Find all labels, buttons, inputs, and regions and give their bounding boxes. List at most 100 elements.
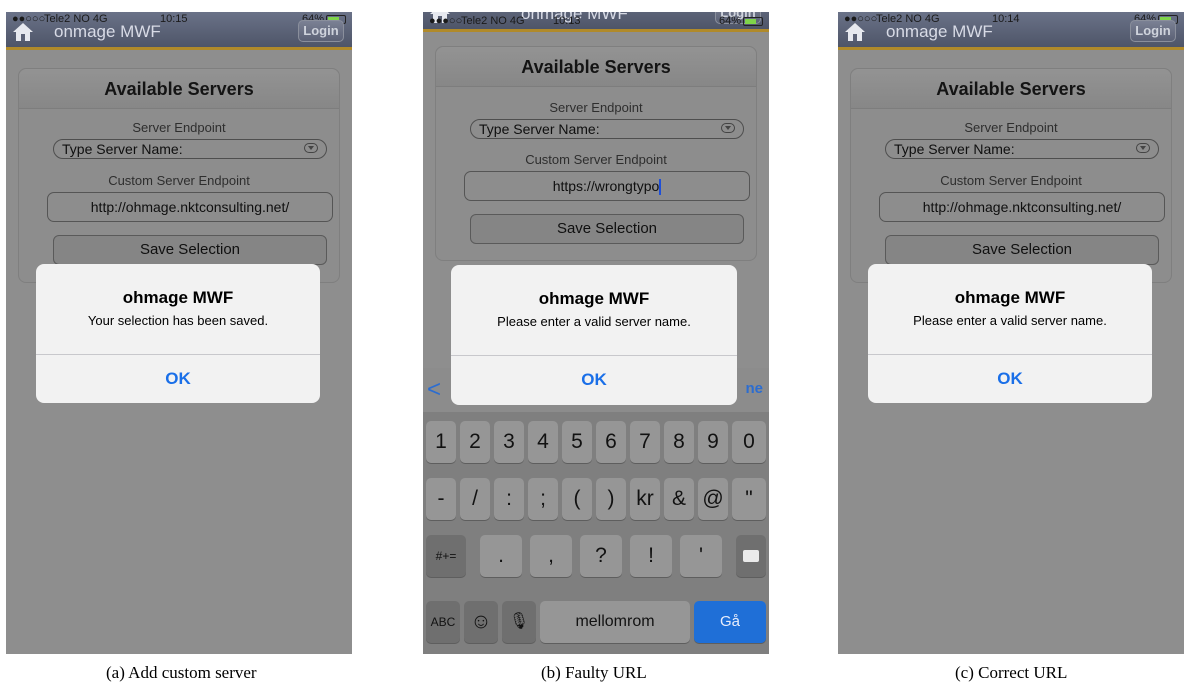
key[interactable]: 6 bbox=[596, 421, 626, 463]
alert-message: Please enter a valid server name. bbox=[913, 313, 1107, 328]
alert-dialog: ohmage MWF Please enter a valid server n… bbox=[868, 264, 1152, 403]
custom-endpoint-label: Custom Server Endpoint bbox=[108, 173, 250, 188]
alert-dialog: ohmage MWF Your selection has been saved… bbox=[36, 264, 320, 403]
clock-label: 10:15 bbox=[160, 13, 188, 25]
navigation-bar: ●●○○○ Tele2 NO 4G 10:14 64% onmage MWF L… bbox=[838, 12, 1184, 50]
alert-ok-button[interactable]: OK bbox=[36, 354, 320, 403]
custom-endpoint-value: https://wrongtypo bbox=[552, 178, 660, 194]
abc-key[interactable]: ABC bbox=[426, 601, 460, 643]
space-key[interactable]: mellomrom bbox=[540, 601, 690, 643]
screenshot-add-custom-server: ●●○○○ Tele2 NO 4G 10:15 64% onmage MWF L… bbox=[6, 12, 352, 654]
key[interactable]: " bbox=[732, 478, 766, 520]
custom-endpoint-label: Custom Server Endpoint bbox=[525, 152, 667, 167]
alert-dialog: ohmage MWF Please enter a valid server n… bbox=[451, 265, 737, 405]
alert-ok-button[interactable]: OK bbox=[451, 355, 737, 404]
available-servers-card: Available Servers Server Endpoint Type S… bbox=[850, 68, 1172, 283]
alert-ok-button[interactable]: OK bbox=[868, 354, 1152, 403]
caption-c: (c) Correct URL bbox=[955, 663, 1068, 682]
key[interactable]: 2 bbox=[460, 421, 490, 463]
card-title: Available Servers bbox=[851, 69, 1171, 109]
app-title: onmage MWF bbox=[886, 22, 993, 41]
emoji-icon: ☺ bbox=[470, 610, 492, 633]
custom-endpoint-label: Custom Server Endpoint bbox=[940, 173, 1082, 188]
key[interactable]: , bbox=[530, 535, 572, 577]
key[interactable]: 1 bbox=[426, 421, 456, 463]
numeric-keyboard: 1 2 3 4 5 6 7 8 9 0 - / : ; ( ) kr & @ "… bbox=[423, 412, 769, 654]
emoji-key[interactable]: ☺ bbox=[464, 601, 498, 643]
key[interactable]: ? bbox=[580, 535, 622, 577]
home-icon[interactable] bbox=[844, 22, 866, 42]
key[interactable]: 4 bbox=[528, 421, 558, 463]
alert-message: Your selection has been saved. bbox=[87, 313, 269, 328]
key[interactable]: . bbox=[480, 535, 522, 577]
status-bar: ●●●○○ Tele2 NO 4G 10:13 64% bbox=[429, 15, 763, 29]
available-servers-card: Available Servers Server Endpoint Type S… bbox=[435, 46, 757, 261]
key[interactable]: ( bbox=[562, 478, 592, 520]
key[interactable]: 3 bbox=[494, 421, 524, 463]
navigation-bar: ohmage MWF Login ●●●○○ Tele2 NO 4G 10:13… bbox=[423, 12, 769, 32]
key[interactable]: ! bbox=[630, 535, 672, 577]
key[interactable]: 0 bbox=[732, 421, 766, 463]
microphone-icon: 🎙 bbox=[508, 613, 530, 630]
save-selection-button[interactable]: Save Selection bbox=[885, 235, 1159, 265]
caption-b: (b) Faulty URL bbox=[541, 663, 647, 682]
card-title: Available Servers bbox=[19, 69, 339, 109]
text-cursor bbox=[659, 179, 662, 196]
key[interactable]: 9 bbox=[698, 421, 728, 463]
server-endpoint-label: Server Endpoint bbox=[964, 120, 1058, 135]
server-endpoint-select[interactable]: Type Server Name: bbox=[885, 139, 1159, 159]
login-button[interactable]: Login bbox=[1130, 20, 1176, 42]
key[interactable]: kr bbox=[630, 478, 660, 520]
battery-label: 64% bbox=[718, 15, 741, 27]
server-endpoint-label: Server Endpoint bbox=[132, 120, 226, 135]
server-endpoint-select[interactable]: Type Server Name: bbox=[53, 139, 327, 159]
custom-endpoint-value: http://ohmage.nktconsulting.net/ bbox=[922, 199, 1122, 215]
symbols-key[interactable]: #+= bbox=[426, 535, 466, 577]
custom-endpoint-input[interactable]: http://ohmage.nktconsulting.net/ bbox=[879, 192, 1165, 222]
backspace-key[interactable] bbox=[736, 535, 766, 577]
custom-endpoint-input[interactable]: http://ohmage.nktconsulting.net/ bbox=[47, 192, 333, 222]
server-endpoint-value: Type Server Name: bbox=[894, 141, 1015, 157]
screenshot-correct-url: ●●○○○ Tele2 NO 4G 10:14 64% onmage MWF L… bbox=[838, 12, 1184, 654]
battery-icon bbox=[743, 17, 763, 26]
save-selection-button[interactable]: Save Selection bbox=[470, 214, 744, 244]
key[interactable]: 7 bbox=[630, 421, 660, 463]
previous-field-button[interactable]: < bbox=[427, 376, 441, 404]
microphone-key[interactable]: 🎙 bbox=[502, 601, 536, 643]
available-servers-card: Available Servers Server Endpoint Type S… bbox=[18, 68, 340, 283]
key[interactable]: @ bbox=[698, 478, 728, 520]
key[interactable]: : bbox=[494, 478, 524, 520]
key[interactable]: / bbox=[460, 478, 490, 520]
caption-a: (a) Add custom server bbox=[106, 663, 257, 682]
signal-icon: ●●●○○ bbox=[429, 15, 463, 27]
alert-title: ohmage MWF bbox=[538, 289, 650, 308]
chevron-down-icon bbox=[721, 123, 735, 133]
chevron-down-icon bbox=[304, 143, 318, 153]
key[interactable]: ' bbox=[680, 535, 722, 577]
save-selection-button[interactable]: Save Selection bbox=[53, 235, 327, 265]
carrier-label: Tele2 NO 4G bbox=[461, 15, 525, 27]
alert-message: Please enter a valid server name. bbox=[497, 314, 691, 329]
key[interactable]: ) bbox=[596, 478, 626, 520]
backspace-icon bbox=[743, 550, 759, 563]
server-endpoint-value: Type Server Name: bbox=[479, 121, 600, 137]
key[interactable]: 5 bbox=[562, 421, 592, 463]
app-title: onmage MWF bbox=[54, 22, 161, 41]
home-icon[interactable] bbox=[12, 22, 34, 42]
done-button[interactable]: ne bbox=[745, 380, 763, 397]
custom-endpoint-input[interactable]: https://wrongtypo bbox=[464, 171, 750, 201]
key[interactable]: - bbox=[426, 478, 456, 520]
clock-label: 10:13 bbox=[553, 15, 581, 27]
chevron-down-icon bbox=[1136, 143, 1150, 153]
screenshot-faulty-url: ohmage MWF Login ●●●○○ Tele2 NO 4G 10:13… bbox=[423, 12, 769, 654]
go-key[interactable]: Gå bbox=[694, 601, 766, 643]
server-endpoint-select[interactable]: Type Server Name: bbox=[470, 119, 744, 139]
clock-label: 10:14 bbox=[992, 13, 1020, 25]
key[interactable]: 8 bbox=[664, 421, 694, 463]
alert-title: ohmage MWF bbox=[122, 288, 234, 307]
key[interactable]: ; bbox=[528, 478, 558, 520]
alert-title: ohmage MWF bbox=[954, 288, 1066, 307]
key[interactable]: & bbox=[664, 478, 694, 520]
login-button[interactable]: Login bbox=[298, 20, 344, 42]
navigation-bar: ●●○○○ Tele2 NO 4G 10:15 64% onmage MWF L… bbox=[6, 12, 352, 50]
